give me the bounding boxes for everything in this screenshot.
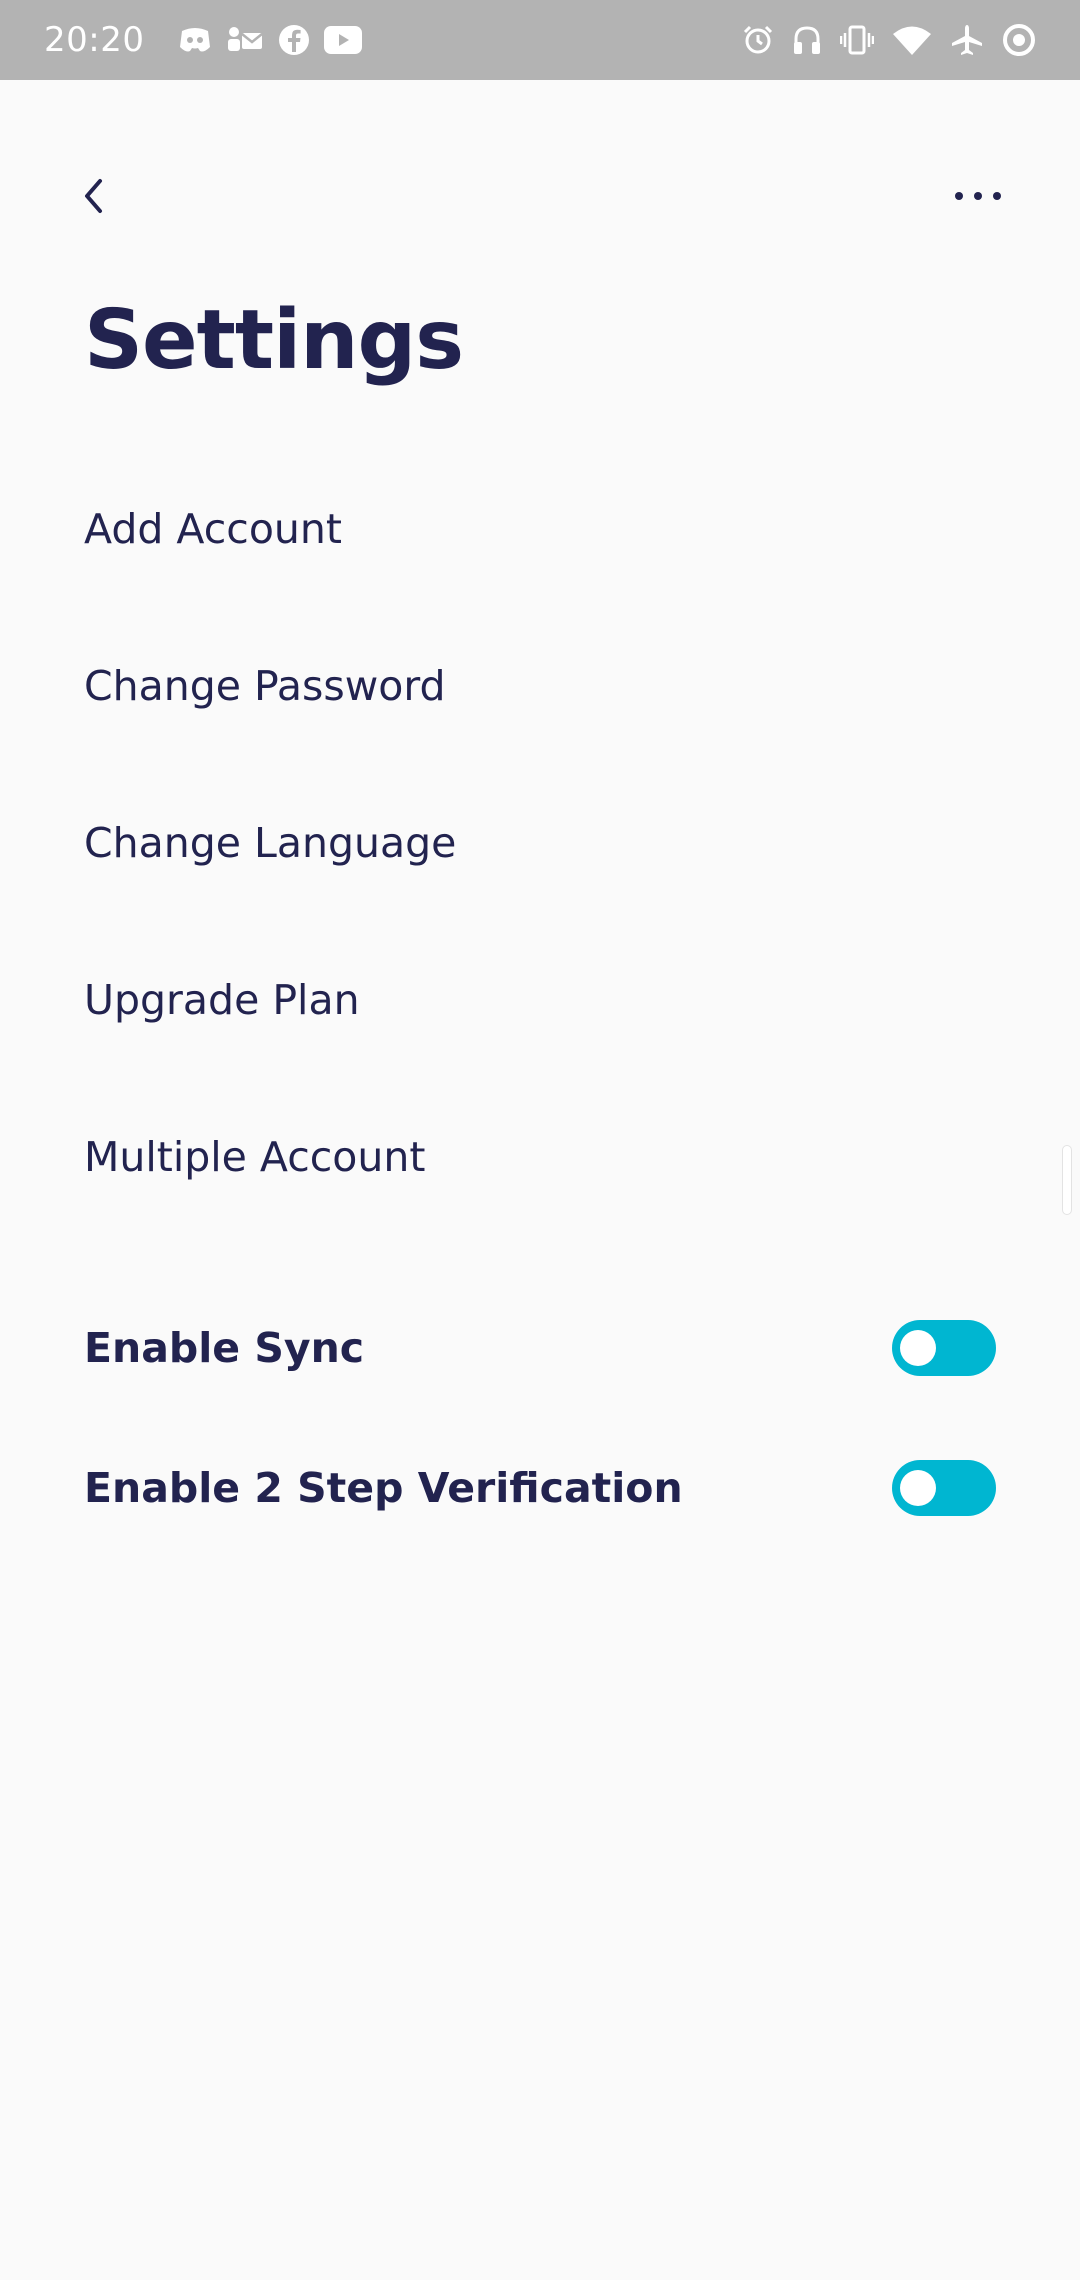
enable-sync-label: Enable Sync xyxy=(84,1324,365,1372)
more-horizontal-icon xyxy=(955,192,1001,200)
app-header xyxy=(0,80,1080,304)
toggle-knob xyxy=(900,1470,936,1506)
settings-menu: Add Account Change Password Change Langu… xyxy=(0,450,1080,1235)
mail-contacts-icon xyxy=(226,25,264,55)
change-language-item[interactable]: Change Language xyxy=(0,764,1080,921)
chevron-left-icon xyxy=(85,179,102,213)
data-saver-icon xyxy=(1002,23,1036,57)
status-bar: 20:20 xyxy=(0,0,1080,80)
scrollbar[interactable] xyxy=(1062,1145,1072,1215)
vibrate-icon xyxy=(840,24,874,56)
more-options-button[interactable] xyxy=(942,166,1014,226)
enable-sync-toggle[interactable] xyxy=(892,1320,996,1376)
enable-2-step-label: Enable 2 Step Verification xyxy=(84,1464,683,1512)
facebook-icon xyxy=(278,24,310,56)
page-title: Settings xyxy=(84,293,464,388)
upgrade-plan-item[interactable]: Upgrade Plan xyxy=(0,921,1080,1078)
discord-icon xyxy=(178,25,212,55)
multiple-account-item[interactable]: Multiple Account xyxy=(0,1078,1080,1235)
airplane-mode-icon xyxy=(950,23,984,57)
headset-icon xyxy=(792,24,822,56)
notification-icons xyxy=(164,24,363,56)
wifi-icon xyxy=(892,25,932,55)
status-time: 20:20 xyxy=(44,20,145,60)
toggle-knob xyxy=(900,1330,936,1366)
system-icons xyxy=(742,23,1036,57)
enable-2-step-toggle[interactable] xyxy=(892,1460,996,1516)
add-account-item[interactable]: Add Account xyxy=(0,450,1080,607)
change-password-item[interactable]: Change Password xyxy=(0,607,1080,764)
alarm-icon xyxy=(742,24,774,56)
youtube-icon xyxy=(324,26,363,54)
back-button[interactable] xyxy=(64,166,124,226)
enable-sync-row: Enable Sync xyxy=(84,1298,996,1398)
enable-2-step-row: Enable 2 Step Verification xyxy=(84,1438,996,1538)
